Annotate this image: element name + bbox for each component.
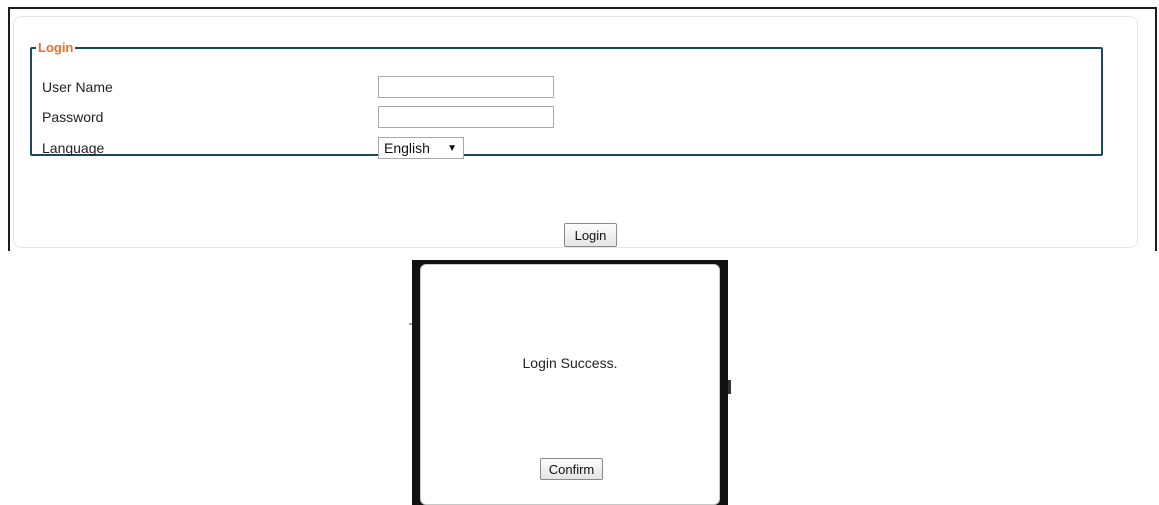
- username-row: User Name: [42, 75, 554, 99]
- login-button[interactable]: Login: [564, 223, 617, 247]
- chevron-down-icon: ▼: [447, 142, 457, 154]
- password-row: Password: [42, 105, 554, 129]
- language-label: Language: [42, 140, 105, 156]
- password-input[interactable]: [378, 106, 554, 128]
- confirm-button[interactable]: Confirm: [540, 458, 603, 480]
- language-select[interactable]: English ▼: [378, 137, 464, 159]
- password-label: Password: [42, 109, 104, 125]
- language-row: Language English ▼: [42, 136, 464, 160]
- login-success-dialog: Login Success. Confirm: [420, 264, 720, 505]
- dialog-message: Login Success.: [522, 355, 618, 371]
- username-label: User Name: [42, 79, 113, 95]
- background-fragment: [728, 380, 731, 394]
- username-input[interactable]: [378, 76, 554, 98]
- login-fieldset: Login User Name Password Language Englis…: [30, 40, 1103, 159]
- language-selected-value: English: [384, 140, 430, 156]
- login-legend: Login: [38, 40, 74, 55]
